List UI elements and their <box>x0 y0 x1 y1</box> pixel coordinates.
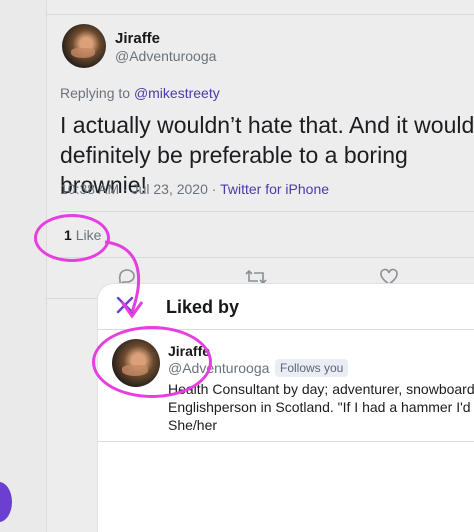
user-name[interactable]: Jiraffe <box>168 343 210 359</box>
likes-count[interactable]: 1 Like <box>64 227 101 243</box>
tweet-timestamp[interactable]: 10:38 AM · Jul 23, 2020 <box>60 181 208 197</box>
user-bio-line: Health Consultant by day; adventurer, sn… <box>168 381 474 397</box>
modal-title: Liked by <box>166 297 240 317</box>
avatar[interactable] <box>62 24 106 68</box>
user-handle[interactable]: @Adventurooga <box>168 360 269 376</box>
avatar[interactable] <box>112 339 160 387</box>
divider <box>98 441 474 442</box>
author-handle[interactable]: @Adventurooga <box>115 48 216 64</box>
follows-you-badge: Follows you <box>275 359 349 377</box>
tweet-meta: 10:38 AM · Jul 23, 2020 · Twitter for iP… <box>60 181 330 197</box>
user-bio-line: Englishperson in Scotland. "If I had a h… <box>168 399 471 415</box>
annotation-arrow <box>104 240 144 319</box>
divider <box>98 329 474 330</box>
author-name[interactable]: Jiraffe <box>115 30 160 47</box>
compose-fab[interactable] <box>0 482 12 522</box>
divider <box>60 211 474 212</box>
divider <box>47 14 474 15</box>
replying-to-link[interactable]: @mikestreety <box>134 85 220 101</box>
replying-to-label: Replying to @mikestreety <box>60 85 220 101</box>
user-bio-line: She/her <box>168 417 218 433</box>
tweet-source-link[interactable]: Twitter for iPhone <box>220 181 329 197</box>
